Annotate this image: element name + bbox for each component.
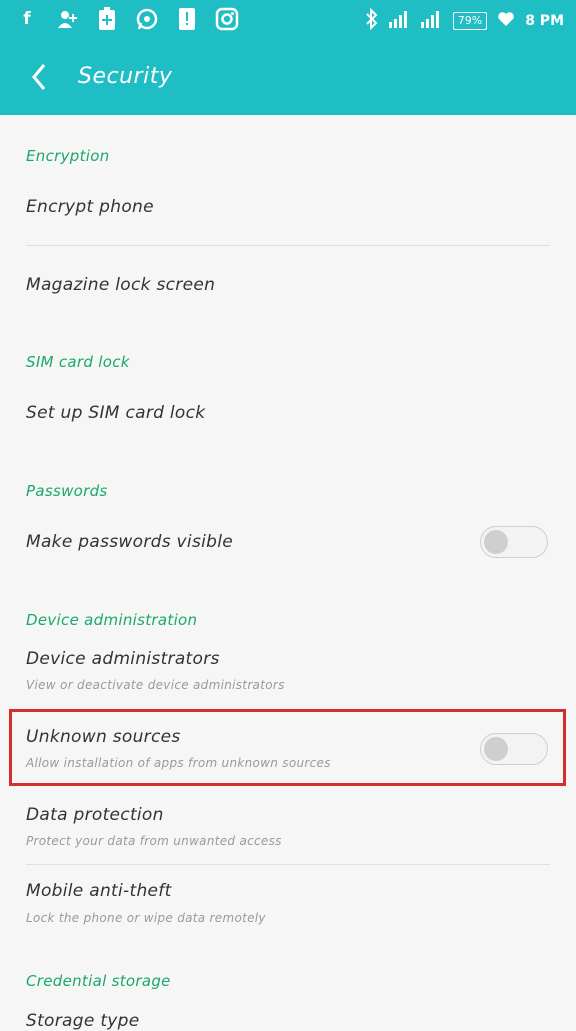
make-passwords-visible-item[interactable]: Make passwords visible [26, 532, 233, 552]
add-user-icon [54, 6, 80, 32]
heart-icon [497, 11, 515, 31]
system-status: 79% 8 PM [365, 7, 564, 34]
mobile-anti-theft-item[interactable]: Mobile anti-theft [26, 881, 172, 901]
instagram-icon [214, 6, 240, 32]
section-header-sim: SIM card lock [26, 353, 130, 371]
section-header-credential: Credential storage [26, 972, 171, 990]
signal-icon [388, 10, 411, 32]
chevron-left-icon [32, 64, 46, 90]
toggle-knob [484, 530, 508, 554]
app-toolbar: Security [0, 40, 576, 115]
notification-icons: f [14, 6, 240, 32]
facebook-icon: f [23, 9, 31, 29]
section-header-passwords: Passwords [26, 482, 108, 500]
section-header-encryption: Encryption [26, 147, 110, 165]
setup-sim-lock-item[interactable]: Set up SIM card lock [26, 403, 205, 423]
status-bar: f 79% 8 PM [0, 0, 576, 40]
device-administrators-item[interactable]: Device administrators [26, 649, 220, 669]
data-protection-item[interactable]: Data protection [26, 805, 164, 825]
device-administrators-subtitle: View or deactivate device administrators [26, 678, 285, 692]
alert-icon [174, 6, 200, 32]
magazine-lock-screen-item[interactable]: Magazine lock screen [26, 275, 215, 295]
clock: 8 PM [525, 13, 564, 29]
divider [26, 245, 550, 246]
passwords-visible-toggle[interactable] [480, 526, 548, 558]
back-button[interactable] [28, 60, 52, 94]
signal-icon-2 [420, 10, 443, 32]
data-protection-subtitle: Protect your data from unwanted access [26, 834, 282, 848]
battery-indicator: 79% [452, 12, 488, 30]
highlight-box [9, 709, 566, 786]
bluetooth-icon [365, 7, 379, 34]
encrypt-phone-item[interactable]: Encrypt phone [26, 197, 154, 217]
divider [26, 864, 550, 865]
section-header-device-admin: Device administration [26, 611, 198, 629]
page-title: Security [78, 64, 173, 89]
battery-plus-icon [94, 6, 120, 32]
storage-type-item[interactable]: Storage type [26, 1011, 140, 1031]
whatsapp-icon [134, 6, 160, 32]
mobile-anti-theft-subtitle: Lock the phone or wipe data remotely [26, 911, 266, 925]
